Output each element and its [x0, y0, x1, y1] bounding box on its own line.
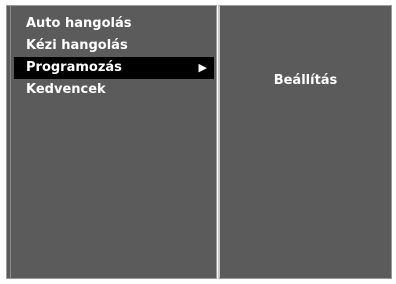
menu-item-programming-label: Programozás — [26, 60, 122, 75]
submenu-item-beallitas[interactable]: Beállítás — [220, 73, 391, 88]
channel-menu: Auto hangolás Kézi hangolás Programozás … — [14, 13, 214, 101]
menu-item-programming[interactable]: Programozás ▶ — [14, 57, 214, 79]
menu-item-auto-tuning[interactable]: Auto hangolás — [14, 13, 214, 35]
menu-item-manual-tuning[interactable]: Kézi hangolás — [14, 35, 214, 57]
submenu-panel: Beállítás — [218, 5, 392, 279]
menu-item-favorites[interactable]: Kedvencek — [14, 79, 214, 101]
submenu-arrow-icon: ▶ — [198, 61, 207, 74]
panel-divider-line — [10, 5, 11, 279]
